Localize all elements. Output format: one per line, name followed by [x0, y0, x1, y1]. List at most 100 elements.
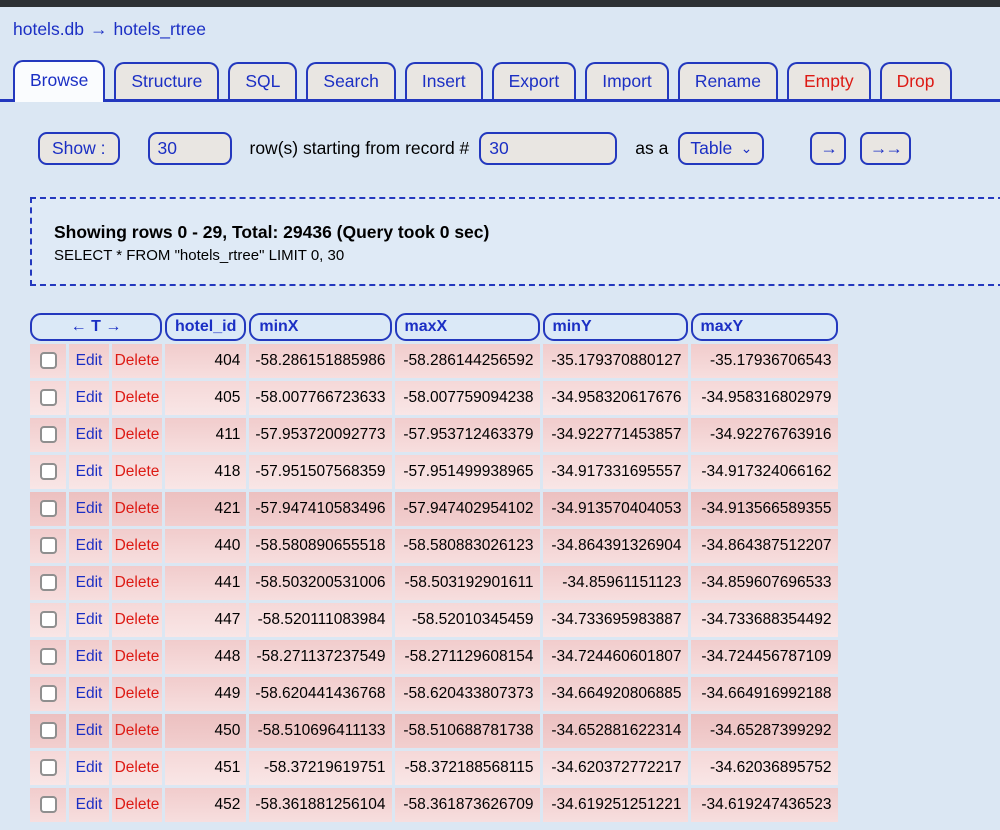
edit-cell: Edit: [69, 529, 109, 563]
view-select-value: Table: [690, 138, 733, 158]
tab-sql[interactable]: SQL: [228, 62, 298, 99]
row-checkbox[interactable]: [39, 352, 57, 370]
delete-link[interactable]: Delete: [115, 722, 160, 739]
row-checkbox[interactable]: [39, 685, 57, 703]
cell-maxx: -57.951499938965: [394, 455, 540, 489]
column-header-maxx[interactable]: maxX: [394, 313, 540, 341]
tab-rename[interactable]: Rename: [677, 62, 778, 99]
table-row: Edit Delete 411 -57.953720092773 -57.9537124…: [30, 418, 838, 452]
delete-cell: Delete: [112, 640, 162, 674]
breadcrumb-db-link[interactable]: hotels.db: [13, 19, 84, 39]
cell-maxy: -34.733688354492: [690, 603, 838, 637]
cell-miny: -34.913570404053: [542, 492, 688, 526]
cell-hotel_id: 451: [165, 751, 247, 785]
row-checkbox[interactable]: [39, 759, 57, 777]
row-checkbox[interactable]: [39, 500, 57, 518]
delete-link[interactable]: Delete: [115, 796, 160, 813]
view-select[interactable]: Table ⌄: [678, 132, 765, 165]
tab-structure[interactable]: Structure: [114, 62, 220, 99]
show-button[interactable]: Show :: [38, 132, 120, 165]
edit-link[interactable]: Edit: [76, 648, 103, 665]
tab-search[interactable]: Search: [306, 62, 396, 99]
cell-maxx: -58.503192901611: [394, 566, 540, 600]
cell-maxx: -58.52010345459: [394, 603, 540, 637]
delete-cell: Delete: [112, 677, 162, 711]
edit-link[interactable]: Edit: [76, 722, 103, 739]
delete-link[interactable]: Delete: [115, 648, 160, 665]
delete-link[interactable]: Delete: [115, 574, 160, 591]
last-page-button[interactable]: →→: [859, 132, 911, 165]
cell-miny: -35.179370880127: [542, 344, 688, 378]
edit-link[interactable]: Edit: [76, 500, 103, 517]
edit-link[interactable]: Edit: [76, 759, 103, 776]
edit-cell: Edit: [69, 344, 109, 378]
delete-link[interactable]: Delete: [115, 759, 160, 776]
row-checkbox[interactable]: [39, 426, 57, 444]
cell-maxy: -35.17936706543: [690, 344, 838, 378]
row-checkbox[interactable]: [39, 537, 57, 555]
column-header-maxy[interactable]: maxY: [690, 313, 838, 341]
edit-link[interactable]: Edit: [76, 537, 103, 554]
edit-cell: Edit: [69, 714, 109, 748]
delete-link[interactable]: Delete: [115, 611, 160, 628]
tab-export[interactable]: Export: [491, 62, 577, 99]
delete-link[interactable]: Delete: [115, 500, 160, 517]
row-count-input[interactable]: [147, 132, 232, 165]
tab-import[interactable]: Import: [585, 62, 669, 99]
row-checkbox[interactable]: [39, 574, 57, 592]
row-checkbox[interactable]: [39, 463, 57, 481]
cell-maxx: -58.620433807373: [394, 677, 540, 711]
column-header-miny[interactable]: minY: [542, 313, 688, 341]
edit-link[interactable]: Edit: [76, 796, 103, 813]
row-checkbox[interactable]: [39, 389, 57, 407]
tab-empty[interactable]: Empty: [786, 62, 871, 99]
tab-browse[interactable]: Browse: [13, 60, 106, 102]
row-checkbox-cell: [30, 788, 66, 822]
delete-cell: Delete: [112, 603, 162, 637]
query-summary: Showing rows 0 - 29, Total: 29436 (Query…: [54, 222, 490, 242]
edit-cell: Edit: [69, 788, 109, 822]
pagination-buttons: → →→: [810, 132, 911, 165]
query-info-box: Showing rows 0 - 29, Total: 29436 (Query…: [30, 197, 1000, 286]
delete-link[interactable]: Delete: [115, 537, 160, 554]
delete-link[interactable]: Delete: [115, 426, 160, 443]
breadcrumb-table-link[interactable]: hotels_rtree: [114, 19, 206, 39]
row-checkbox-cell: [30, 566, 66, 600]
cell-minx: -58.620441436768: [249, 677, 392, 711]
edit-link[interactable]: Edit: [76, 426, 103, 443]
delete-cell: Delete: [112, 751, 162, 785]
edit-link[interactable]: Edit: [76, 463, 103, 480]
row-checkbox[interactable]: [39, 722, 57, 740]
window-top-bar: [0, 0, 1000, 7]
row-checkbox[interactable]: [39, 796, 57, 814]
row-checkbox[interactable]: [39, 648, 57, 666]
cell-maxy: -34.917324066162: [690, 455, 838, 489]
edit-link[interactable]: Edit: [76, 574, 103, 591]
cell-miny: -34.733695983887: [542, 603, 688, 637]
chevron-down-icon: ⌄: [740, 140, 753, 156]
edit-link[interactable]: Edit: [76, 611, 103, 628]
delete-cell: Delete: [112, 714, 162, 748]
column-header-hotel-id[interactable]: hotel_id: [165, 313, 247, 341]
table-row: Edit Delete 447 -58.520111083984 -58.5201034…: [30, 603, 838, 637]
browse-controls: Show : row(s) starting from record # as …: [38, 132, 1000, 165]
edit-cell: Edit: [69, 418, 109, 452]
next-page-button[interactable]: →: [810, 132, 846, 165]
delete-link[interactable]: Delete: [115, 685, 160, 702]
tab-drop[interactable]: Drop: [879, 62, 952, 99]
edit-link[interactable]: Edit: [76, 685, 103, 702]
cell-hotel_id: 405: [165, 381, 247, 415]
delete-link[interactable]: Delete: [115, 352, 160, 369]
table-nav-header[interactable]: ← T →: [30, 313, 162, 341]
cell-minx: -58.361881256104: [249, 788, 392, 822]
edit-cell: Edit: [69, 381, 109, 415]
column-header-minx[interactable]: minX: [249, 313, 392, 341]
table-header-row: ← T → hotel_id minX maxX minY maxY: [30, 313, 838, 341]
delete-link[interactable]: Delete: [115, 463, 160, 480]
edit-link[interactable]: Edit: [76, 389, 103, 406]
row-checkbox[interactable]: [39, 611, 57, 629]
delete-link[interactable]: Delete: [115, 389, 160, 406]
start-record-input[interactable]: [479, 132, 618, 165]
edit-link[interactable]: Edit: [76, 352, 103, 369]
tab-insert[interactable]: Insert: [404, 62, 483, 99]
